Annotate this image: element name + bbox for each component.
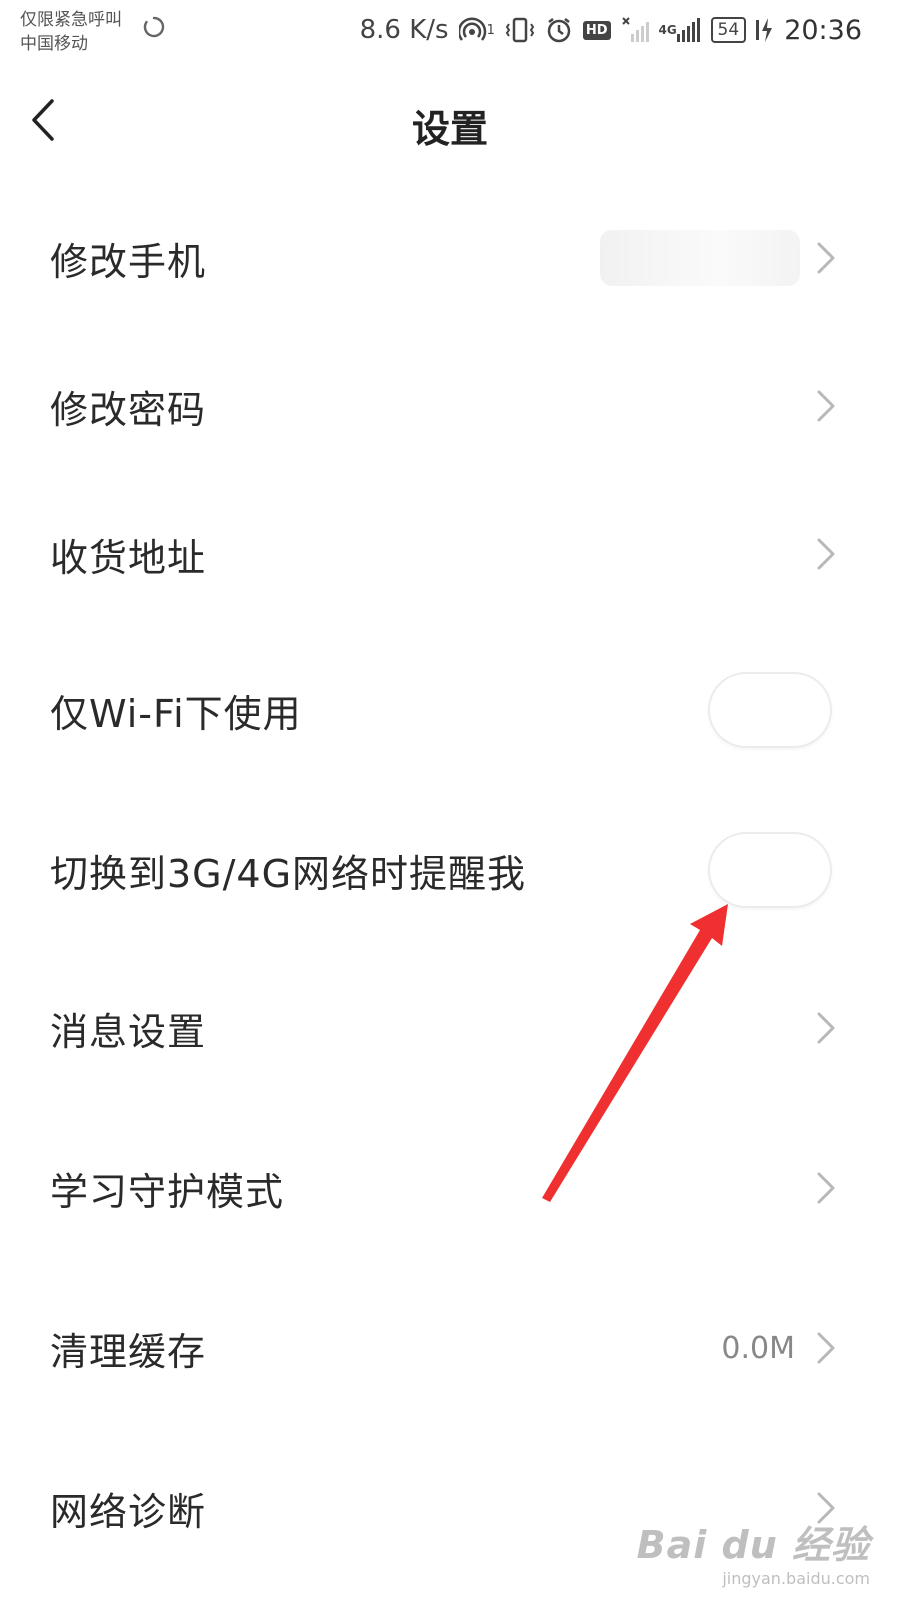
- chevron-right-icon: [817, 538, 835, 570]
- network-type: 4G: [658, 23, 677, 37]
- signal-sim1-icon: [621, 16, 649, 44]
- page-title: 设置: [411, 107, 488, 151]
- chevron-right-icon: [817, 1012, 835, 1044]
- settings-item-change-phone[interactable]: 修改手机: [0, 188, 900, 328]
- cache-size-value: 0.0M: [721, 1330, 795, 1366]
- settings-item-shipping-address[interactable]: 收货地址: [0, 484, 900, 624]
- status-icons: 8.6 K/s 1 HD 4G 54 20:36: [360, 12, 862, 48]
- settings-item-label: 学习守护模式: [50, 1169, 285, 1214]
- carrier-line-1: 仅限紧急呼叫: [20, 10, 122, 30]
- battery-icon: 54: [710, 17, 747, 43]
- redacted-phone-number: [600, 230, 800, 286]
- settings-item-change-password[interactable]: 修改密码: [0, 336, 900, 476]
- settings-item-study-guard-mode[interactable]: 学习守护模式: [0, 1118, 900, 1258]
- watermark: Bai du 经验 jingyan.baidu.com: [637, 1514, 870, 1588]
- chevron-right-icon: [817, 390, 835, 422]
- toggle-knob: [712, 676, 780, 744]
- charging-icon: [756, 16, 774, 44]
- hotspot-icon: 1: [458, 16, 495, 44]
- settings-item-label: 网络诊断: [50, 1489, 207, 1534]
- settings-item-label: 仅Wi-Fi下使用: [50, 691, 302, 736]
- settings-item-label: 修改手机: [50, 239, 207, 284]
- status-bar: 仅限紧急呼叫 中国移动 8.6 K/s 1 HD 4G 54 20:36: [0, 0, 900, 70]
- carrier-info: 仅限紧急呼叫 中国移动: [20, 8, 122, 56]
- watermark-logo: Bai du 经验: [636, 1523, 870, 1567]
- nav-header: 设置: [0, 70, 900, 170]
- watermark-url: jingyan.baidu.com: [722, 1569, 870, 1588]
- chevron-right-icon: [817, 1332, 835, 1364]
- alarm-icon: [545, 16, 573, 44]
- carrier-line-2: 中国移动: [20, 34, 88, 54]
- network-speed: 8.6 K/s: [359, 15, 449, 45]
- clock: 20:36: [784, 14, 862, 46]
- settings-item-label: 消息设置: [50, 1009, 207, 1054]
- loading-icon: [143, 16, 165, 38]
- chevron-right-icon: [817, 1172, 835, 1204]
- settings-item-mobile-network-alert: 切换到3G/4G网络时提醒我: [0, 800, 900, 940]
- settings-item-wifi-only: 仅Wi-Fi下使用: [0, 640, 900, 780]
- settings-item-label: 收货地址: [50, 535, 207, 580]
- hotspot-badge: 1: [486, 22, 495, 38]
- settings-item-label: 切换到3G/4G网络时提醒我: [50, 851, 527, 896]
- toggle-knob: [712, 836, 780, 904]
- settings-item-label: 清理缓存: [50, 1329, 207, 1374]
- settings-item-message-settings[interactable]: 消息设置: [0, 958, 900, 1098]
- chevron-right-icon: [817, 242, 835, 274]
- settings-item-clear-cache[interactable]: 清理缓存 0.0M: [0, 1278, 900, 1418]
- hd-icon: HD: [582, 20, 611, 40]
- wifi-only-toggle[interactable]: [710, 674, 830, 746]
- mobile-network-alert-toggle[interactable]: [710, 834, 830, 906]
- settings-item-label: 修改密码: [50, 387, 207, 432]
- signal-sim2-icon: 4G: [659, 16, 701, 44]
- vibrate-icon: [505, 16, 535, 44]
